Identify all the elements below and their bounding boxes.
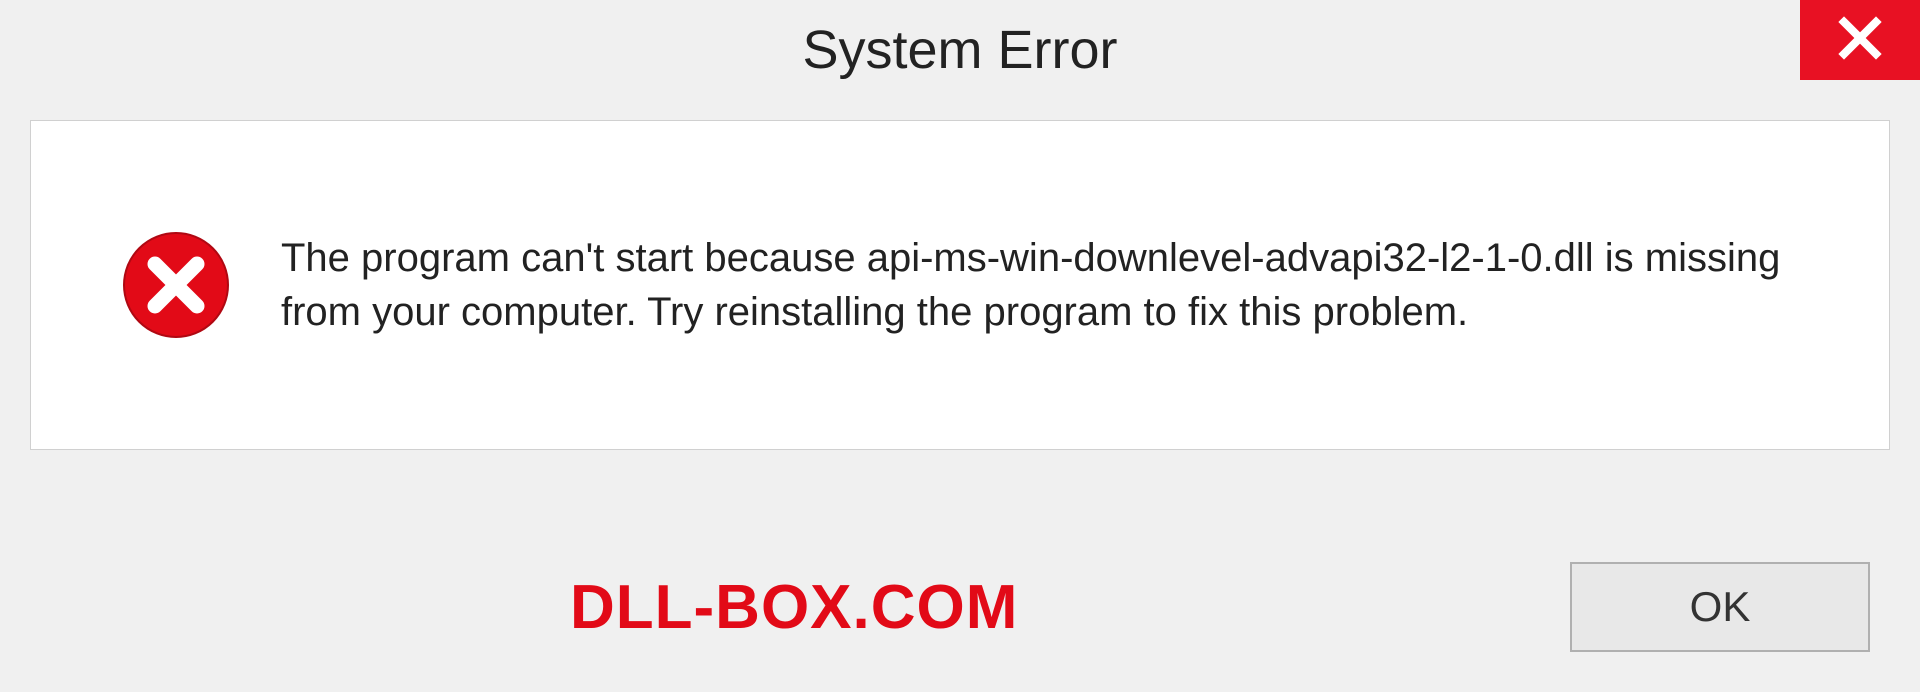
ok-button[interactable]: OK — [1570, 562, 1870, 652]
close-button[interactable] — [1800, 0, 1920, 80]
watermark-text: DLL-BOX.COM — [570, 572, 1018, 643]
dialog-title: System Error — [802, 19, 1117, 81]
error-circle-x-icon — [121, 230, 231, 340]
titlebar: System Error — [0, 0, 1920, 100]
footer: DLL-BOX.COM OK — [0, 562, 1920, 652]
close-icon — [1838, 16, 1882, 65]
content-panel: The program can't start because api-ms-w… — [30, 120, 1890, 450]
error-message: The program can't start because api-ms-w… — [281, 231, 1849, 339]
